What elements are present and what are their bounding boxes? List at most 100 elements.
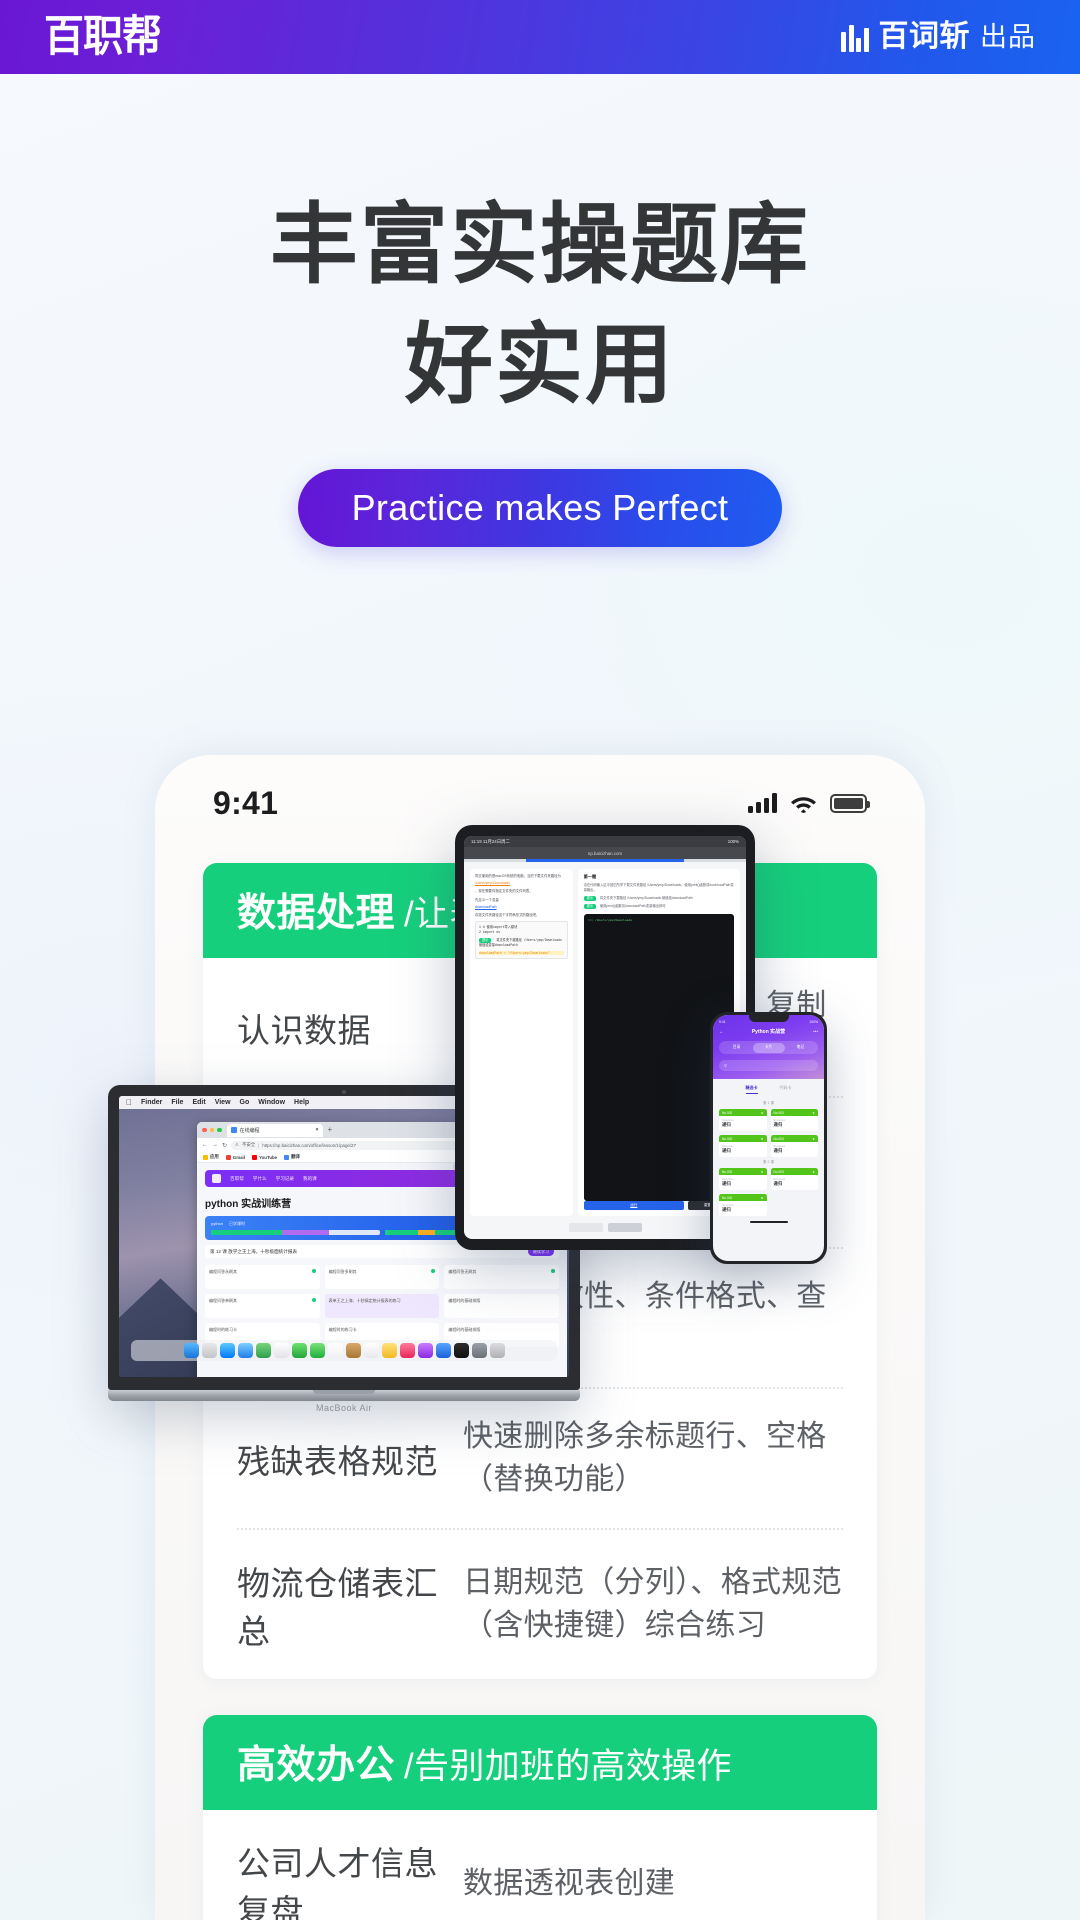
bookmark-item[interactable]: Gmail bbox=[225, 1154, 245, 1160]
list-item[interactable]: No.002 ★ Recursion 递归 bbox=[719, 1109, 767, 1131]
practice-cell[interactable]: 编程问答永刷其 bbox=[205, 1265, 320, 1289]
hint-text: 将文件夹下载路径 /Users/ymp/Downloads 赋值给变量downl… bbox=[479, 937, 562, 947]
practice-cell-active[interactable]: 表单王之上海、十秒搞定统计报表的练习 bbox=[324, 1294, 440, 1318]
practice-cell[interactable]: 编程时的基础排版 bbox=[444, 1294, 559, 1318]
appletv-icon[interactable] bbox=[453, 1343, 469, 1358]
prev-page-button[interactable] bbox=[568, 1223, 603, 1232]
bookmark-item[interactable]: YouTube bbox=[252, 1154, 277, 1160]
messages-icon[interactable] bbox=[291, 1343, 307, 1358]
menu-edit[interactable]: Edit bbox=[192, 1099, 205, 1106]
card-body: Recursion 递归 bbox=[719, 1175, 767, 1190]
nav-item[interactable]: 百职帮 bbox=[230, 1176, 244, 1182]
path-link[interactable]: /Users/ymp/Downloads bbox=[475, 881, 568, 886]
menu-window[interactable]: Window bbox=[258, 1099, 285, 1106]
run-button[interactable]: 运行 bbox=[583, 1201, 684, 1210]
menu-finder[interactable]: Finder bbox=[141, 1099, 162, 1106]
tab-cards[interactable]: 卡片 bbox=[752, 1042, 785, 1053]
search-input[interactable]: ⚲ bbox=[719, 1060, 818, 1071]
practice-cell[interactable]: 编程问答无刷其 bbox=[444, 1265, 559, 1289]
card-code-header: No.002 ★ bbox=[719, 1194, 767, 1201]
facetime-icon[interactable] bbox=[309, 1343, 325, 1358]
mail-icon[interactable] bbox=[237, 1343, 253, 1358]
macos-dock[interactable] bbox=[131, 1340, 557, 1361]
card-code: No.002 bbox=[722, 1136, 733, 1141]
arrow-left-icon[interactable]: ← bbox=[202, 1142, 208, 1148]
star-icon[interactable]: ★ bbox=[812, 1111, 815, 1115]
arrow-right-icon[interactable]: → bbox=[212, 1142, 218, 1148]
menu-view[interactable]: View bbox=[215, 1099, 231, 1106]
contacts-icon[interactable] bbox=[345, 1343, 361, 1358]
more-dots-icon[interactable]: ⋯ bbox=[813, 1029, 818, 1035]
menu-help[interactable]: Help bbox=[294, 1099, 309, 1106]
reminders-icon[interactable] bbox=[363, 1343, 379, 1358]
menu-go[interactable]: Go bbox=[240, 1099, 250, 1106]
safari-icon[interactable] bbox=[219, 1343, 235, 1358]
card-header: 高效办公 /告别加班的高效操作 bbox=[203, 1714, 877, 1810]
window-controls[interactable] bbox=[202, 1127, 222, 1133]
next-page-button[interactable] bbox=[607, 1223, 642, 1232]
segmented-control[interactable]: 目录 卡片 笔记 bbox=[719, 1041, 818, 1054]
card-code-header: No.002 ★ bbox=[719, 1135, 767, 1142]
site-logo-icon[interactable] bbox=[212, 1174, 221, 1183]
table-row[interactable]: 物流仓储表汇总 日期规范（分列）、格式规范（含快捷键）综合练习 bbox=[237, 1527, 843, 1679]
nav-item[interactable]: 我的课 bbox=[303, 1176, 317, 1182]
arrow-left-icon[interactable]: ← bbox=[719, 1029, 724, 1035]
plus-icon[interactable]: + bbox=[328, 1126, 333, 1134]
card-cn: 递归 bbox=[773, 1148, 783, 1153]
table-row[interactable]: 公司人才信息复盘 数据透视表创建 bbox=[237, 1810, 843, 1920]
nav-item[interactable]: 学习记录 bbox=[276, 1176, 294, 1182]
podcasts-icon[interactable] bbox=[417, 1343, 433, 1358]
list-item[interactable]: No.003 ★ Recursion 递归 bbox=[770, 1168, 818, 1190]
bookmark-item[interactable]: 翻译 bbox=[284, 1154, 300, 1160]
practice-cell[interactable]: 编程问答单刷其 bbox=[205, 1294, 320, 1318]
page-root: 百职帮 百词斩 出品 丰富实操题库 好实用 Practice makes Per… bbox=[0, 0, 1080, 1920]
menu-file[interactable]: File bbox=[171, 1099, 183, 1106]
list-item[interactable]: No.002 ★ Recursion 递归 bbox=[719, 1168, 767, 1190]
star-icon[interactable]: ★ bbox=[761, 1196, 764, 1200]
brand-logo-baicizhan: 百词斩 出品 bbox=[841, 22, 1036, 52]
apple-logo-icon[interactable]:  bbox=[126, 1098, 132, 1107]
tab-catalog[interactable]: 目录 bbox=[721, 1043, 753, 1053]
brand-logo-baizhibang[interactable]: 百职帮 bbox=[44, 15, 162, 58]
star-icon[interactable]: ★ bbox=[761, 1170, 764, 1174]
status-dot bbox=[431, 1269, 436, 1273]
hint-badge: 提示 bbox=[583, 896, 596, 901]
maps-icon[interactable] bbox=[255, 1343, 271, 1358]
appstore-icon[interactable] bbox=[435, 1343, 451, 1358]
notes-icon[interactable] bbox=[381, 1343, 397, 1358]
warning-icon: ⚠ bbox=[235, 1142, 239, 1147]
code-editor[interactable]: 1 # 使用import导入模块 2 import os 提示 将文件夹下载路径… bbox=[475, 920, 568, 960]
page-title-line1: 丰富实操题库 bbox=[269, 193, 810, 296]
star-icon[interactable]: ★ bbox=[812, 1170, 815, 1174]
tab-featured-cards[interactable]: 精选卡 bbox=[745, 1085, 758, 1094]
close-icon[interactable]: × bbox=[316, 1127, 319, 1133]
tab-notes[interactable]: 笔记 bbox=[785, 1043, 817, 1053]
reload-icon[interactable]: ↻ bbox=[222, 1142, 227, 1149]
music-icon[interactable] bbox=[399, 1343, 415, 1358]
list-item[interactable]: No.002 ★ Recursion 递归 bbox=[719, 1135, 767, 1157]
trash-icon[interactable] bbox=[489, 1343, 505, 1358]
settings-icon[interactable] bbox=[471, 1343, 487, 1358]
practice-cell[interactable]: 编程问答多刷其 bbox=[324, 1265, 440, 1289]
variable-link[interactable]: downloadPath bbox=[475, 905, 568, 910]
list-item[interactable]: No.003 ★ Recursion 递归 bbox=[770, 1135, 818, 1157]
launchpad-icon[interactable] bbox=[201, 1343, 217, 1358]
practice-cta-button[interactable]: Practice makes Perfect bbox=[297, 469, 783, 547]
star-icon[interactable]: ★ bbox=[761, 1111, 764, 1115]
notch bbox=[748, 1015, 789, 1022]
card-code: No.002 bbox=[722, 1169, 733, 1174]
hint-row: 提示 将文件夹下载路径 /Users/ymp/Downloads 赋值给down… bbox=[578, 896, 740, 901]
nav-item[interactable]: 学什么 bbox=[253, 1176, 267, 1182]
browser-tab[interactable]: 在线编程 × bbox=[226, 1123, 323, 1137]
star-icon[interactable]: ★ bbox=[812, 1137, 815, 1141]
list-item[interactable]: No.002 ★ Recursion 递归 bbox=[719, 1194, 767, 1216]
photos-icon[interactable] bbox=[273, 1343, 289, 1358]
bookmark-item[interactable]: 应用 bbox=[203, 1154, 219, 1160]
list-item[interactable]: No.003 ★ Recursion 递归 bbox=[770, 1109, 818, 1131]
tab-code-cards[interactable]: 代码卡 bbox=[780, 1085, 792, 1094]
finder-icon[interactable] bbox=[183, 1343, 199, 1358]
card-tabs[interactable]: 精选卡 代码卡 bbox=[713, 1079, 824, 1098]
calendar-icon[interactable] bbox=[327, 1343, 343, 1358]
star-icon[interactable]: ★ bbox=[761, 1137, 764, 1141]
ipad-address-bar[interactable]: np.baicizhan.com bbox=[464, 847, 746, 859]
